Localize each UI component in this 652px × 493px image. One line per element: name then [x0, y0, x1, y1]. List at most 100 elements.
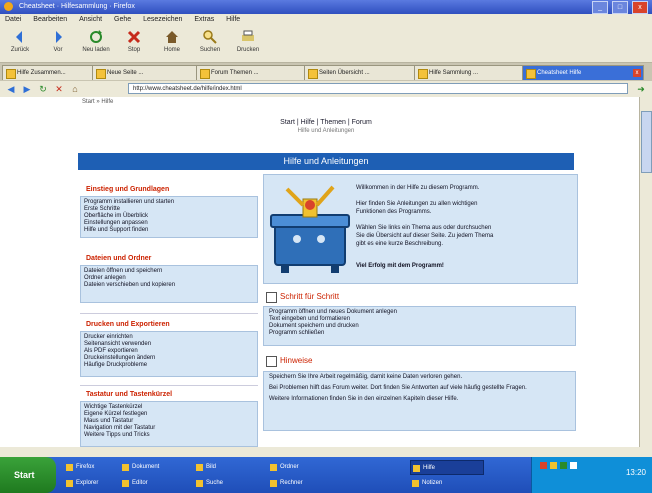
section-link[interactable]: Erste Schritte — [84, 206, 254, 213]
reload-button[interactable]: Neu laden — [80, 29, 112, 59]
tray-icon[interactable] — [570, 462, 577, 469]
checklist-panel: Programm öffnen und neues Dokument anleg… — [263, 306, 576, 346]
menu-tools[interactable]: Extras — [194, 16, 214, 23]
section-link[interactable]: Dateien verschieben und kopieren — [84, 282, 254, 289]
tray-icon[interactable] — [550, 462, 557, 469]
section-link[interactable]: Ordner anlegen — [84, 275, 254, 282]
home-button[interactable]: Home — [156, 29, 188, 59]
tray-icon[interactable] — [560, 462, 567, 469]
breadcrumb: Start » Hilfe — [82, 99, 114, 105]
scrollbar-thumb[interactable] — [641, 111, 652, 173]
section-link[interactable]: Seitenansicht verwenden — [84, 341, 254, 348]
header-links[interactable]: Start | Hilfe | Themen | Forum — [0, 119, 652, 126]
print-button[interactable]: Drucken — [232, 29, 264, 59]
status-bar — [0, 447, 652, 457]
tab-4[interactable]: Seiten Übersicht ... x — [304, 65, 426, 80]
taskbar-item[interactable]: Rechner — [268, 476, 338, 491]
section-link[interactable]: Weitere Tipps und Tricks — [84, 432, 254, 439]
page-favicon-icon — [418, 69, 428, 79]
print-label: Drucken — [236, 47, 260, 53]
menu-file[interactable]: Datei — [5, 16, 21, 23]
section-title: Einstieg und Grundlagen — [86, 186, 170, 193]
stop-small-icon[interactable]: ✕ — [54, 84, 64, 94]
section-link[interactable]: Druckeinstellungen ändern — [84, 355, 254, 362]
minimize-button[interactable]: _ — [592, 1, 609, 14]
menu-view[interactable]: Ansicht — [79, 16, 102, 23]
section-link[interactable]: Programm installieren und starten — [84, 199, 254, 206]
menu-help[interactable]: Hilfe — [226, 16, 240, 23]
desktop-screen: Cheatsheet · Hilfesammlung · Firefox _ □… — [0, 0, 652, 493]
address-bar: ◀ ▶ ↻ ✕ ⌂ http://www.cheatsheet.de/hilfe… — [0, 81, 652, 98]
tab-label: Neue Seite ... — [107, 70, 144, 76]
firefox-icon — [4, 2, 13, 11]
taskbar-item[interactable]: Explorer — [64, 476, 116, 491]
section-link[interactable]: Dateien öffnen und speichern — [84, 268, 254, 275]
tab-close-icon[interactable]: x — [633, 69, 641, 77]
menu-bookmarks[interactable]: Lesezeichen — [143, 16, 182, 23]
tab-3[interactable]: Forum Themen ... x — [196, 65, 316, 80]
section-link[interactable]: Drucker einrichten — [84, 334, 254, 341]
back-button[interactable]: Zurück — [4, 29, 36, 59]
forward-label: Vor — [53, 47, 63, 53]
section-link[interactable]: Hilfe und Support finden — [84, 227, 254, 234]
section-list: Wichtige Tastenkürzel Eigene Kürzel fest… — [80, 401, 258, 447]
printer-icon — [242, 30, 254, 41]
taskbar-label: Bild — [206, 464, 217, 470]
intro-line: Willkommen in der Hilfe zu diesem Progra… — [356, 185, 480, 191]
tab-1[interactable]: Hilfe Zusammen... — [2, 65, 104, 80]
tab-label: Seiten Übersicht ... — [319, 70, 370, 76]
section-link[interactable]: Navigation mit der Tastatur — [84, 425, 254, 432]
window-titlebar[interactable]: Cheatsheet · Hilfesammlung · Firefox _ □… — [0, 0, 652, 14]
divider — [80, 313, 258, 314]
taskbar-item[interactable]: Ordner — [268, 460, 338, 475]
taskbar-item[interactable]: Bild — [194, 460, 264, 475]
section-link[interactable]: Wichtige Tastenkürzel — [84, 404, 254, 411]
maximize-button[interactable]: □ — [612, 1, 629, 14]
section-link[interactable]: Eigene Kürzel festlegen — [84, 411, 254, 418]
checkbox[interactable] — [266, 292, 277, 303]
taskbar-item[interactable]: Suche — [194, 476, 264, 491]
home-small-icon[interactable]: ⌂ — [70, 84, 80, 94]
menu-edit[interactable]: Bearbeiten — [33, 16, 67, 23]
search-button[interactable]: Suchen — [194, 29, 226, 59]
taskbar-item[interactable]: Notizen — [410, 476, 484, 491]
section-link[interactable]: Häufige Druckprobleme — [84, 362, 254, 369]
tray-icon[interactable] — [540, 462, 547, 469]
reload-icon — [90, 30, 102, 43]
reload-label: Neu laden — [82, 47, 110, 53]
url-input[interactable]: http://www.cheatsheet.de/hilfe/index.htm… — [128, 83, 628, 94]
home-label: Home — [163, 47, 180, 53]
checklist-title: Schritt für Schritt — [280, 292, 340, 301]
forward-button[interactable]: Vor — [42, 29, 74, 59]
page-scrollbar[interactable] — [639, 97, 652, 447]
reload-small-icon[interactable]: ↻ — [38, 84, 48, 94]
app-icon — [66, 480, 73, 487]
stop-button[interactable]: Stop — [118, 29, 150, 59]
checkbox[interactable] — [266, 356, 277, 367]
tab-5[interactable]: Hilfe Sammlung ... x — [414, 65, 534, 80]
tab-2[interactable]: Neue Seite ... x — [92, 65, 208, 80]
go-icon[interactable]: ➜ — [636, 84, 646, 94]
close-button[interactable]: x — [632, 1, 648, 14]
section-link[interactable]: Maus und Tastatur — [84, 418, 254, 425]
taskbar-item[interactable]: Firefox — [64, 460, 116, 475]
app-icon — [196, 480, 203, 487]
section-link[interactable]: Einstellungen anpassen — [84, 220, 254, 227]
forward-small-icon[interactable]: ▶ — [22, 84, 32, 94]
section-link[interactable]: Oberfläche im Überblick — [84, 213, 254, 220]
checklist-line: Text eingeben und formatieren — [269, 316, 351, 322]
tab-6-active[interactable]: Cheatsheet Hilfe x — [522, 65, 644, 80]
back-small-icon[interactable]: ◀ — [6, 84, 16, 94]
page-favicon-icon — [200, 69, 210, 79]
window-controls: _ □ x — [590, 1, 648, 15]
start-button[interactable]: Start — [0, 457, 56, 493]
taskbar-clock[interactable]: 13:20 — [626, 468, 646, 477]
back-arrow-icon — [16, 31, 22, 43]
taskbar-item[interactable]: Dokument — [120, 460, 190, 475]
taskbar-item-active[interactable]: Hilfe — [410, 460, 484, 475]
app-icon — [413, 465, 420, 472]
menu-go[interactable]: Gehe — [114, 16, 131, 23]
taskbar-item[interactable]: Editor — [120, 476, 190, 491]
section-link[interactable]: Als PDF exportieren — [84, 348, 254, 355]
checklist-title: Hinweise — [280, 356, 313, 365]
